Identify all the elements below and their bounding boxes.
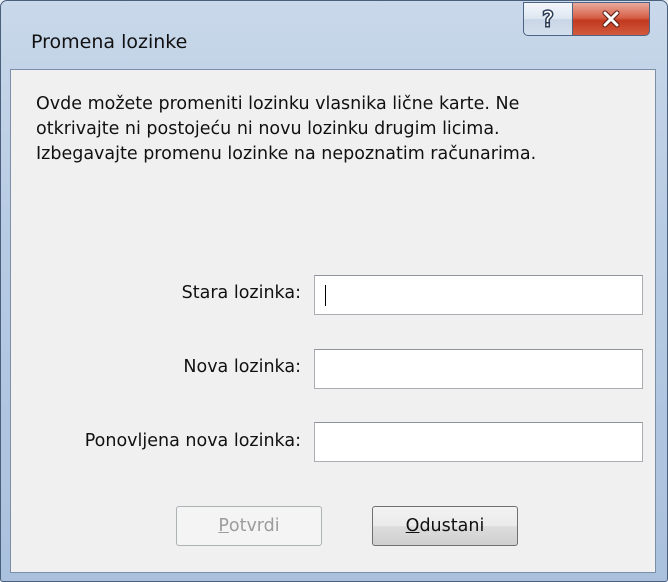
old-password-label: Stara lozinka: bbox=[181, 283, 301, 303]
confirm-label: otvrdi bbox=[228, 516, 280, 536]
dialog-window: Promena lozinke ? Ovde možete promeniti … bbox=[0, 0, 668, 582]
close-button[interactable] bbox=[572, 2, 650, 36]
cancel-label: dustani bbox=[419, 516, 485, 536]
description-text: Ovde možete promeniti lozinku vlasnika l… bbox=[36, 92, 636, 167]
title-bar[interactable]: Promena lozinke ? bbox=[1, 1, 667, 61]
cancel-button[interactable]: Odustani bbox=[372, 506, 518, 546]
text-caret bbox=[325, 285, 326, 306]
description-line: Ovde možete promeniti lozinku vlasnika l… bbox=[36, 94, 520, 114]
dialog-content: Ovde možete promeniti lozinku vlasnika l… bbox=[10, 69, 656, 573]
repeat-password-label: Ponovljena nova lozinka: bbox=[84, 431, 301, 451]
old-password-field[interactable] bbox=[314, 275, 643, 315]
confirm-button[interactable]: Potvrdi bbox=[176, 506, 322, 546]
svg-text:?: ? bbox=[543, 7, 554, 31]
description-line: otkrivajte ni postojeću ni novu lozinku … bbox=[36, 119, 500, 139]
window-title: Promena lozinke bbox=[31, 31, 188, 53]
help-button[interactable]: ? bbox=[523, 2, 573, 36]
help-icon: ? bbox=[541, 7, 555, 31]
new-password-label: Nova lozinka: bbox=[183, 357, 301, 377]
close-icon bbox=[602, 10, 620, 28]
new-password-field[interactable] bbox=[314, 349, 643, 389]
confirm-mnemonic: P bbox=[218, 516, 229, 536]
repeat-password-field[interactable] bbox=[314, 422, 643, 462]
description-line: Izbegavajte promenu lozinke na nepoznati… bbox=[36, 144, 537, 164]
cancel-mnemonic: O bbox=[405, 516, 420, 536]
